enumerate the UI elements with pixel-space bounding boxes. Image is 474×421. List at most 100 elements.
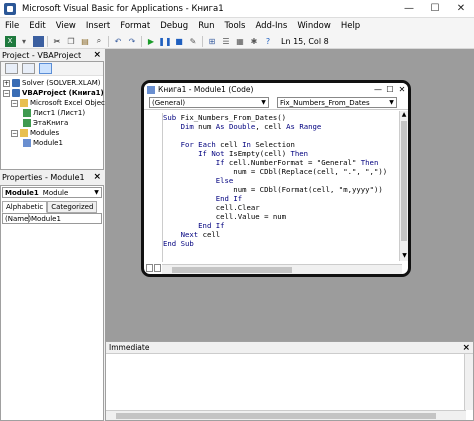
properties-window-icon[interactable]: ☰ (221, 36, 232, 47)
module-icon (23, 139, 31, 147)
code-vertical-scrollbar[interactable]: ▲ ▼ (399, 111, 408, 261)
cursor-position-status: Ln 15, Col 8 (281, 36, 329, 46)
menu-run[interactable]: Run (193, 21, 219, 31)
tree-item-thisworkbook[interactable]: ЭтаКнига (23, 118, 68, 128)
code-line: Dim num As Double, cell As Range (180, 122, 322, 131)
menu-view[interactable]: View (51, 21, 81, 31)
tab-alphabetic[interactable]: Alphabetic (2, 201, 48, 213)
tab-categorized[interactable]: Categorized (47, 201, 98, 213)
code-line: cell.Value = num (215, 212, 287, 221)
menu-help[interactable]: Help (336, 21, 365, 31)
menu-format[interactable]: Format (115, 21, 155, 31)
tree-item-excel-objects[interactable]: − Microsoft Excel Objects (11, 98, 111, 108)
close-button[interactable]: ✕ (448, 0, 474, 18)
collapse-icon[interactable]: − (3, 89, 10, 97)
properties-window: Module1 Module ▼ Alphabetic Categorized … (0, 185, 104, 421)
full-module-view-icon[interactable] (154, 264, 161, 272)
maximize-button[interactable]: ☐ (422, 0, 448, 18)
properties-tabs: Alphabetic Categorized (2, 201, 98, 213)
module-icon (147, 85, 155, 94)
scroll-up-icon[interactable]: ▲ (400, 111, 408, 120)
collapse-icon[interactable]: − (11, 99, 18, 107)
immediate-input[interactable] (106, 354, 464, 410)
code-line: For Each cell In Selection (180, 140, 295, 149)
minimize-button[interactable]: — (396, 0, 422, 18)
paste-icon[interactable]: ▤ (80, 36, 91, 47)
expand-icon[interactable]: + (3, 79, 10, 87)
insert-module-icon[interactable]: ▾ (19, 36, 30, 47)
folder-icon (20, 129, 28, 137)
tree-item-modules[interactable]: − Modules (11, 128, 59, 138)
chevron-down-icon: ▼ (389, 99, 394, 106)
copy-icon[interactable]: ❐ (66, 36, 77, 47)
tree-item-vbaproject[interactable]: − VBAProject (Книга1) (3, 88, 104, 98)
workbook-icon (23, 119, 31, 127)
scroll-thumb[interactable] (172, 267, 292, 273)
code-editor[interactable]: Sub Fix_Numbers_From_Dates() Dim num As … (162, 113, 402, 262)
find-icon[interactable]: ⌕ (94, 36, 105, 47)
run-icon[interactable]: ▶ (146, 36, 157, 47)
immediate-title-bar: Immediate × (106, 342, 473, 354)
help-icon[interactable]: ? (263, 36, 274, 47)
menu-insert[interactable]: Insert (81, 21, 115, 31)
tree-item-module1[interactable]: Module1 (23, 138, 63, 148)
procedure-view-icon[interactable] (146, 264, 153, 272)
immediate-vertical-scrollbar[interactable] (464, 354, 473, 410)
procedure-combo[interactable]: Fix_Numbers_From_Dates ▼ (277, 97, 397, 108)
vba-app-icon (4, 2, 16, 15)
excel-view-icon[interactable]: X (4, 35, 16, 47)
window-title: Microsoft Visual Basic for Applications … (22, 3, 224, 14)
cut-icon[interactable]: ✂ (52, 36, 63, 47)
menu-edit[interactable]: Edit (24, 21, 50, 31)
properties-object-select[interactable]: Module1 Module ▼ (2, 187, 102, 198)
project-toolbar (1, 62, 103, 76)
view-toggle-buttons (146, 264, 162, 274)
toggle-folders-icon[interactable] (39, 63, 52, 74)
project-close-icon[interactable]: × (93, 50, 101, 60)
view-object-icon[interactable] (22, 63, 35, 74)
code-maximize-button[interactable]: ☐ (384, 85, 396, 94)
project-explorer-icon[interactable]: ⊞ (207, 36, 218, 47)
menu-window[interactable]: Window (292, 21, 336, 31)
code-horizontal-scrollbar[interactable] (162, 264, 402, 274)
break-icon[interactable]: ❚❚ (158, 36, 171, 47)
scroll-thumb[interactable] (401, 121, 407, 241)
tree-item-sheet1[interactable]: Лист1 (Лист1) (23, 108, 85, 118)
project-icon (12, 89, 20, 97)
scroll-thumb[interactable] (116, 413, 436, 419)
properties-close-icon[interactable]: × (93, 172, 101, 182)
code-line: Next cell (180, 230, 221, 239)
object-combo[interactable]: (General) ▼ (149, 97, 269, 108)
view-code-icon[interactable] (5, 63, 18, 74)
worksheet-icon (23, 109, 31, 117)
chevron-down-icon: ▼ (261, 99, 266, 106)
immediate-horizontal-scrollbar[interactable] (106, 410, 466, 420)
scroll-down-icon[interactable]: ▼ (400, 252, 408, 261)
code-window-title: Книга1 - Module1 (Code) — ☐ ✕ (144, 83, 408, 96)
redo-icon[interactable]: ↷ (127, 36, 138, 47)
menu-tools[interactable]: Tools (220, 21, 251, 31)
object-browser-icon[interactable]: ▦ (235, 36, 246, 47)
reset-icon[interactable]: ■ (174, 36, 185, 47)
code-line: Sub Fix_Numbers_From_Dates() (163, 113, 287, 122)
properties-title: Properties - Module1 × (0, 171, 104, 183)
menu-file[interactable]: File (0, 21, 24, 31)
save-icon[interactable] (32, 35, 44, 47)
undo-icon[interactable]: ↶ (113, 36, 124, 47)
code-minimize-button[interactable]: — (372, 85, 384, 94)
menu-debug[interactable]: Debug (155, 21, 193, 31)
collapse-icon[interactable]: − (11, 129, 18, 137)
code-combos: (General) ▼ Fix_Numbers_From_Dates ▼ (144, 96, 408, 110)
immediate-close-icon[interactable]: × (462, 343, 470, 353)
property-row-name[interactable]: (Name) Module1 (2, 213, 102, 224)
code-line: End If (198, 221, 225, 230)
standard-toolbar: X ▾ ✂ ❐ ▤ ⌕ ↶ ↷ ▶ ❚❚ ■ ✎ ⊞ ☰ ▦ ✱ ? Ln 15… (0, 34, 474, 49)
folder-icon (20, 99, 28, 107)
design-mode-icon[interactable]: ✎ (188, 36, 199, 47)
code-close-button[interactable]: ✕ (396, 85, 408, 94)
toolbox-icon[interactable]: ✱ (249, 36, 260, 47)
immediate-window: Immediate × (105, 341, 474, 421)
menu-add-ins[interactable]: Add-Ins (250, 21, 292, 31)
tree-item-solver[interactable]: + Solver (SOLVER.XLAM) (3, 78, 101, 88)
